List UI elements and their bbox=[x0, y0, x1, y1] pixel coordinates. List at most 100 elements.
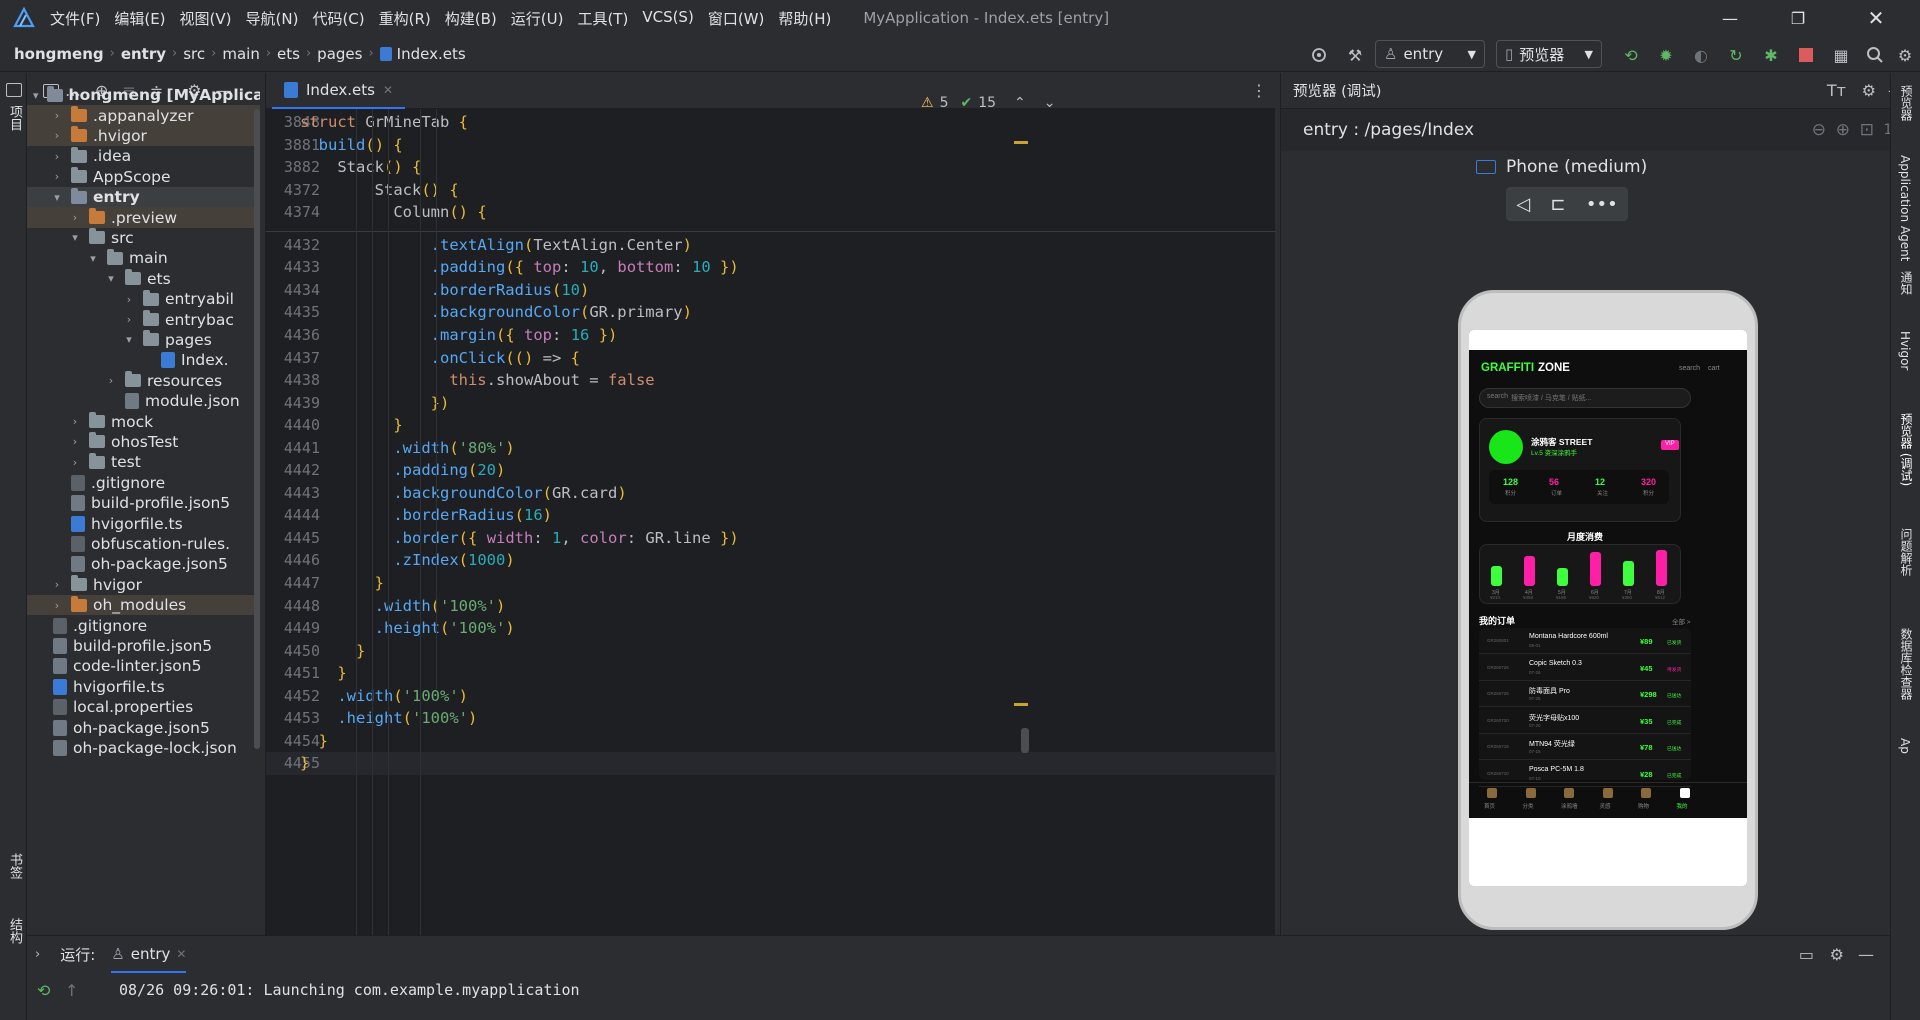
tab-icon[interactable] bbox=[1564, 788, 1574, 798]
breadcrumb-item[interactable]: main bbox=[222, 45, 259, 63]
hot-reload-icon[interactable]: ↻ bbox=[1725, 44, 1747, 66]
tree-item[interactable]: code-linter.json5 bbox=[27, 656, 260, 676]
tree-item[interactable]: › .hvigor bbox=[27, 125, 260, 147]
chevron-icon[interactable]: ▾ bbox=[51, 191, 63, 204]
chevron-icon[interactable]: › bbox=[51, 129, 63, 142]
tree-item[interactable]: › AppScope bbox=[27, 167, 260, 187]
hide-panel-icon[interactable]: — bbox=[1858, 945, 1874, 964]
layout-icon[interactable]: ▭ bbox=[1799, 945, 1814, 964]
tree-item[interactable]: .gitignore bbox=[27, 473, 260, 493]
menu-item[interactable]: 窗口(W) bbox=[708, 8, 765, 29]
tree-item[interactable]: oh-package.json5 bbox=[27, 717, 260, 737]
tree-item[interactable]: › oh_modules bbox=[27, 595, 260, 616]
tab-icon[interactable] bbox=[1679, 788, 1690, 798]
tree-item[interactable]: › hvigor bbox=[27, 575, 260, 595]
right-tool-button[interactable]: 预览器 bbox=[1898, 85, 1915, 121]
order-row[interactable] bbox=[1479, 681, 1691, 707]
breadcrumb-item[interactable]: ets bbox=[277, 45, 300, 63]
menu-item[interactable]: 重构(R) bbox=[379, 8, 431, 29]
tree-item[interactable]: oh-package-lock.json bbox=[27, 738, 260, 758]
debug-icon[interactable]: ✹ bbox=[1655, 44, 1677, 66]
chevron-icon[interactable]: › bbox=[51, 599, 63, 612]
right-tool-button[interactable]: 数据库检查器 bbox=[1898, 628, 1915, 700]
structure-tool-button[interactable]: 结构 bbox=[5, 918, 24, 944]
menu-item[interactable]: 视图(V) bbox=[180, 8, 232, 29]
chevron-icon[interactable]: ▾ bbox=[105, 272, 117, 285]
chevron-icon[interactable]: › bbox=[51, 170, 63, 183]
menu-item[interactable]: 编辑(E) bbox=[114, 8, 165, 29]
prev-problem-icon[interactable]: ⌃ bbox=[1014, 95, 1026, 111]
project-tool-button[interactable]: 项目 bbox=[5, 105, 24, 131]
menu-item[interactable]: 文件(F) bbox=[50, 8, 100, 29]
tab-icon[interactable] bbox=[1487, 788, 1497, 798]
tree-item[interactable]: › test bbox=[27, 452, 260, 472]
editor-scrollbar[interactable] bbox=[1021, 728, 1029, 753]
tab-icon[interactable] bbox=[1602, 788, 1613, 798]
search-icon[interactable] bbox=[1864, 44, 1886, 66]
right-tool-button[interactable]: 通知 bbox=[1898, 271, 1915, 295]
tree-item[interactable]: › entrybac bbox=[27, 309, 260, 329]
nav-cart-link[interactable]: cart bbox=[1708, 365, 1720, 372]
inspection-widget[interactable]: ⚠ 5 ✔ 15 ⌃ ⌄ bbox=[921, 95, 1056, 111]
tree-item[interactable]: obfuscation-rules. bbox=[27, 534, 260, 554]
breadcrumb-item[interactable]: Index.ets bbox=[397, 45, 466, 63]
bookmarks-tool-button[interactable]: 书签 bbox=[5, 853, 24, 879]
tree-item[interactable]: hvigorfile.ts bbox=[27, 513, 260, 533]
tree-item[interactable]: ▾ entry bbox=[27, 187, 260, 208]
tree-item[interactable]: › .preview bbox=[27, 207, 260, 228]
next-problem-icon[interactable]: ⌄ bbox=[1044, 95, 1056, 111]
settings-icon[interactable]: ⚙ bbox=[1830, 945, 1844, 964]
fit-screen-icon[interactable]: ⊡ bbox=[1860, 120, 1874, 140]
maximize-button[interactable]: ❐ bbox=[1770, 0, 1826, 36]
chevron-icon[interactable]: › bbox=[69, 456, 81, 469]
tree-item[interactable]: local.properties bbox=[27, 697, 260, 717]
breadcrumb-item[interactable]: pages bbox=[317, 45, 362, 63]
tree-item[interactable]: › .idea bbox=[27, 146, 260, 166]
chevron-icon[interactable]: › bbox=[69, 415, 81, 428]
back-icon[interactable]: ◁ bbox=[1516, 194, 1530, 215]
attach-debugger-icon[interactable]: ◐ bbox=[1690, 44, 1712, 66]
right-tool-button[interactable]: 问题解析 bbox=[1898, 528, 1915, 576]
chevron-icon[interactable]: › bbox=[51, 109, 63, 122]
chevron-right-icon[interactable]: › bbox=[35, 947, 40, 962]
scroll-up-icon[interactable]: ↑ bbox=[65, 981, 78, 1000]
right-tool-button[interactable]: Ap bbox=[1898, 738, 1912, 754]
run-tab-entry[interactable]: ♙ entry ✕ bbox=[111, 937, 187, 973]
tree-scrollbar[interactable] bbox=[254, 109, 260, 749]
target-icon[interactable] bbox=[1308, 44, 1330, 66]
close-window-button[interactable]: ✕ bbox=[1848, 0, 1904, 36]
chevron-icon[interactable]: › bbox=[69, 435, 81, 448]
code-area[interactable]: 3848 struct GrMineTab {3881 build() {3882… bbox=[266, 109, 1276, 935]
nav-search-link[interactable]: search bbox=[1679, 365, 1700, 372]
tree-item[interactable]: › mock bbox=[27, 411, 260, 431]
right-tool-button[interactable]: Application Agent bbox=[1898, 155, 1912, 261]
chevron-icon[interactable]: › bbox=[69, 211, 81, 224]
phone-screen[interactable]: GRAFFITI ZONE search cart search 搜索喷漆 / 马克笔 … bbox=[1469, 330, 1747, 886]
chevron-icon[interactable]: ▾ bbox=[69, 231, 81, 244]
tab-icon[interactable] bbox=[1641, 788, 1651, 798]
orders-view-all-link[interactable]: 全部 > bbox=[1672, 616, 1691, 626]
tree-item[interactable]: › entryabil bbox=[27, 289, 260, 309]
chevron-icon[interactable]: ▾ bbox=[87, 252, 99, 265]
order-row[interactable] bbox=[1479, 628, 1691, 654]
tab-icon[interactable] bbox=[1525, 788, 1536, 798]
right-tool-button[interactable]: 预览器 (调试) bbox=[1898, 413, 1915, 486]
font-size-icon[interactable]: Tт bbox=[1827, 81, 1846, 100]
close-tab-icon[interactable]: ✕ bbox=[383, 83, 393, 97]
tab-index-ets[interactable]: Index.ets ✕ bbox=[272, 73, 406, 109]
chevron-icon[interactable]: › bbox=[51, 578, 63, 591]
rotate-icon[interactable]: ⊏ bbox=[1550, 194, 1565, 215]
run-config-combo[interactable]: ♙ entry ▼ bbox=[1375, 40, 1485, 68]
tree-item[interactable]: .gitignore bbox=[27, 615, 260, 635]
order-row[interactable] bbox=[1479, 708, 1691, 734]
menu-item[interactable]: 运行(U) bbox=[511, 8, 564, 29]
profile-icon[interactable]: ✱ bbox=[1760, 44, 1782, 66]
device-manager-icon[interactable]: ▦ bbox=[1830, 44, 1852, 66]
tree-item[interactable]: ▾ main bbox=[27, 248, 260, 268]
menu-item[interactable]: 代码(C) bbox=[312, 8, 364, 29]
more-tabs-icon[interactable]: ⋮ bbox=[1251, 81, 1267, 100]
tree-item[interactable]: ▾ ets bbox=[27, 269, 260, 289]
chevron-icon[interactable]: › bbox=[123, 293, 135, 306]
zoom-in-icon[interactable]: ⊕ bbox=[1836, 120, 1850, 140]
close-tab-icon[interactable]: ✕ bbox=[176, 947, 186, 961]
